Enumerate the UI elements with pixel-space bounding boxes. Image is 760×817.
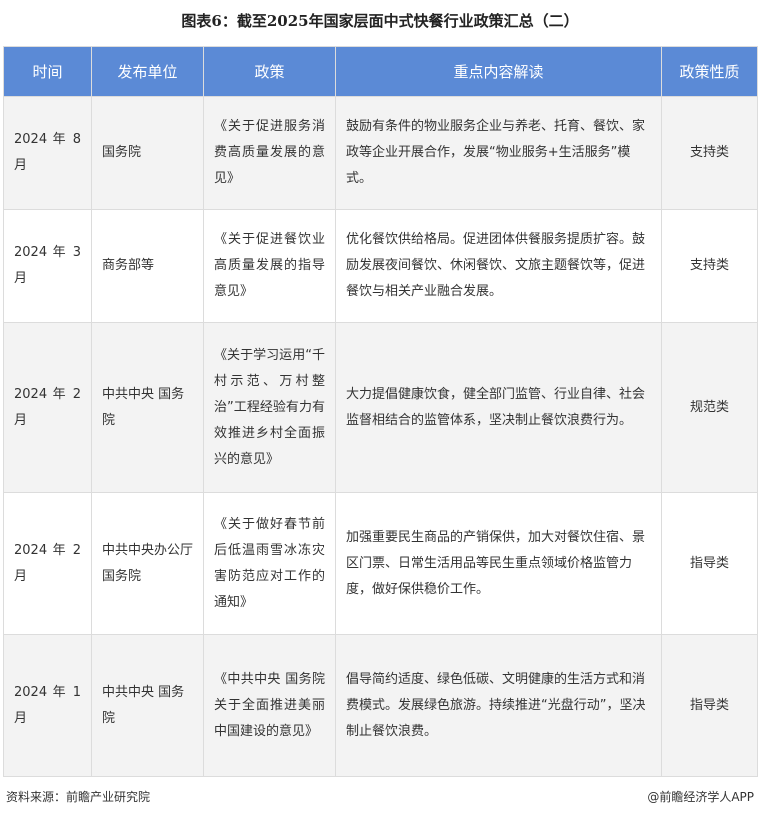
cell-content: 优化餐饮供给格局。促进团体供餐服务提质扩容。鼓励发展夜间餐饮、休闲餐饮、文旅主题… <box>335 209 662 323</box>
cell-policy: 《关于学习运用“千村示范、万村整治”工程经验有力有效推进乡村全面振兴的意见》 <box>203 322 336 493</box>
chart-title: 图表6：截至2025年国家层面中式快餐行业政策汇总（二） <box>181 12 579 30</box>
cell-time: 2024 年 2 月 <box>3 492 92 635</box>
cell-time: 2024 年 1 月 <box>3 634 92 777</box>
brand-credit: @前瞻经济学人APP <box>647 790 754 804</box>
header-nature: 政策性质 <box>661 46 758 97</box>
header-time: 时间 <box>3 46 92 97</box>
cell-issuer: 中共中央办公厅 国务院 <box>91 492 204 635</box>
cell-time: 2024 年 3 月 <box>3 209 92 323</box>
table-row: 2024 年 2 月 中共中央办公厅 国务院 《关于做好春节前后低温雨雪冰冻灾害… <box>3 492 758 635</box>
cell-nature: 规范类 <box>661 322 758 493</box>
table-row: 2024 年 3 月 商务部等 《关于促进餐饮业高质量发展的指导意见》 优化餐饮… <box>3 209 758 323</box>
cell-nature: 支持类 <box>661 209 758 323</box>
cell-nature: 指导类 <box>661 492 758 635</box>
cell-policy: 《关于做好春节前后低温雨雪冰冻灾害防范应对工作的通知》 <box>203 492 336 635</box>
cell-policy: 《关于促进服务消费高质量发展的意见》 <box>203 96 336 210</box>
header-policy: 政策 <box>203 46 336 97</box>
table-header-row: 时间 发布单位 政策 重点内容解读 政策性质 <box>3 46 758 97</box>
cell-content: 加强重要民生商品的产销保供，加大对餐饮住宿、景区门票、日常生活用品等民生重点领域… <box>335 492 662 635</box>
cell-issuer: 中共中央 国务院 <box>91 322 204 493</box>
cell-nature: 支持类 <box>661 96 758 210</box>
cell-content: 大力提倡健康饮食，健全部门监管、行业自律、社会监督相结合的监管体系，坚决制止餐饮… <box>335 322 662 493</box>
cell-issuer: 中共中央 国务院 <box>91 634 204 777</box>
cell-nature: 指导类 <box>661 634 758 777</box>
table-row: 2024 年 2 月 中共中央 国务院 《关于学习运用“千村示范、万村整治”工程… <box>3 322 758 493</box>
cell-content: 倡导简约适度、绿色低碳、文明健康的生活方式和消费模式。发展绿色旅游。持续推进“光… <box>335 634 662 777</box>
header-issuer: 发布单位 <box>91 46 204 97</box>
header-content: 重点内容解读 <box>335 46 662 97</box>
cell-issuer: 商务部等 <box>91 209 204 323</box>
cell-time: 2024 年 8 月 <box>3 96 92 210</box>
policy-table: 时间 发布单位 政策 重点内容解读 政策性质 2024 年 8 月 国务院 《关… <box>3 46 758 777</box>
table-row: 2024 年 8 月 国务院 《关于促进服务消费高质量发展的意见》 鼓励有条件的… <box>3 96 758 210</box>
cell-policy: 《关于促进餐饮业高质量发展的指导意见》 <box>203 209 336 323</box>
source-note: 资料来源：前瞻产业研究院 <box>6 790 151 804</box>
cell-policy: 《中共中央 国务院关于全面推进美丽中国建设的意见》 <box>203 634 336 777</box>
cell-issuer: 国务院 <box>91 96 204 210</box>
table-row: 2024 年 1 月 中共中央 国务院 《中共中央 国务院关于全面推进美丽中国建… <box>3 634 758 777</box>
cell-time: 2024 年 2 月 <box>3 322 92 493</box>
cell-content: 鼓励有条件的物业服务企业与养老、托育、餐饮、家政等企业开展合作，发展“物业服务+… <box>335 96 662 210</box>
